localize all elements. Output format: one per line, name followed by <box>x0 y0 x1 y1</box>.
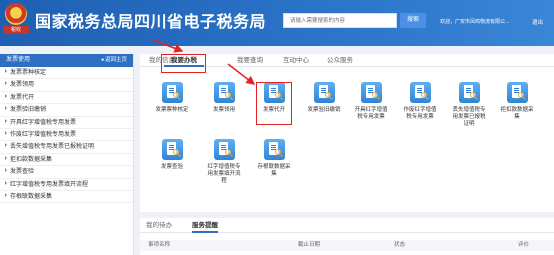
invoice-search-icon <box>360 82 382 103</box>
service-invoice-type-approval[interactable]: 发票票种核定 <box>142 82 202 114</box>
triangle-right-icon <box>5 192 7 197</box>
invoice-search-icon <box>458 82 480 103</box>
sidebar-item-lost-vat-proof[interactable]: 丢失增值税专用发票已报税证明 <box>0 141 133 154</box>
service-stub-data[interactable]: 存根联数据采集 <box>244 139 304 178</box>
service-label: 拒扣款数据采集 <box>500 107 534 120</box>
service-highlight-box <box>256 82 292 125</box>
invoice-search-icon <box>506 82 528 103</box>
triangle-right-icon <box>5 118 7 123</box>
tab-interaction[interactable]: 互动中心 <box>278 54 314 67</box>
invoice-search-icon <box>313 82 335 103</box>
sidebar-item-invoice-collect[interactable]: 发票领用 <box>0 79 133 92</box>
triangle-right-icon <box>5 69 7 73</box>
sidebar-item-invoice-verify-cancel[interactable]: 发票验旧缴销 <box>0 104 133 117</box>
tab-public-service[interactable]: 公众服务 <box>322 54 358 67</box>
sidebar-item-refused-deduction[interactable]: 拒扣款数据采集 <box>0 154 133 167</box>
sidebar-item-invoice-issue-on-behalf[interactable]: 发票代开 <box>0 92 133 105</box>
tab-highlight-box <box>161 54 206 73</box>
triangle-right-icon <box>5 81 7 86</box>
invoice-search-icon <box>161 139 183 160</box>
service-label: 发票票种核定 <box>155 107 189 113</box>
triangle-right-icon <box>5 106 7 111</box>
triangle-right-icon <box>5 93 7 98</box>
invoice-search-icon <box>213 139 235 160</box>
triangle-right-icon <box>5 130 7 135</box>
tab-query[interactable]: 我要查询 <box>232 54 268 67</box>
sidebar-item-invoice-check[interactable]: 发票查验 <box>0 166 133 179</box>
column-item-name: 事项名称 <box>148 242 171 248</box>
service-label: 存根联数据采集 <box>257 164 291 177</box>
column-deadline: 截止日期 <box>298 242 321 248</box>
main-panel: 我的信息 我要办税 我要查询 互动中心 公众服务 <box>140 54 554 212</box>
service-invoice-check[interactable]: 发票查验 <box>142 139 202 171</box>
invoice-search-icon <box>213 82 235 103</box>
invoice-search-icon <box>161 82 183 103</box>
tab-service-reminder[interactable]: 服务提醒 <box>192 218 218 233</box>
search-button[interactable]: 搜索 <box>400 13 426 28</box>
sidebar-item-stub-data[interactable]: 存根联数据采集 <box>0 191 133 204</box>
invoice-search-icon <box>409 82 431 103</box>
back-home-link[interactable]: ◂ 返回主页 <box>101 54 127 67</box>
reminder-table-header: 事项名称 截止日期 状态 评价 <box>140 240 554 251</box>
triangle-right-icon <box>5 155 7 160</box>
bottom-panel: 我的待办 服务提醒 事项名称 截止日期 状态 评价 <box>140 218 554 255</box>
sidebar-item-void-red-vat[interactable]: 作废红字增值税专用发票 <box>0 129 133 142</box>
site-title: 国家税务总局四川省电子税务局 <box>35 14 267 31</box>
sidebar-title: 发票使用 <box>6 57 31 63</box>
site-header: 税收 国家税务总局四川省电子税务局 搜索 欢迎，广安市凤鸣物流有限公... 退出 <box>0 0 554 46</box>
triangle-right-icon <box>5 143 7 148</box>
service-label: 发票查验 <box>160 164 183 170</box>
invoice-search-icon <box>263 139 285 160</box>
sidebar: 发票使用 ◂ 返回主页 发票票种核定 发票领用 发票代开 发票验旧缴销 开具红字… <box>0 54 134 255</box>
tax-emblem-icon <box>5 3 27 25</box>
search-input[interactable] <box>283 13 397 28</box>
sidebar-item-issue-red-vat[interactable]: 开具红字增值税专用发票 <box>0 117 133 129</box>
welcome-user-text: 欢迎，广安市凤鸣物流有限公... <box>440 19 510 25</box>
service-refused-deduction[interactable]: 拒扣款数据采集 <box>487 82 547 121</box>
triangle-right-icon <box>5 180 7 185</box>
sidebar-item-invoice-type-approval[interactable]: 发票票种核定 <box>0 67 133 80</box>
column-rating: 评价 <box>518 242 530 248</box>
tab-my-todo[interactable]: 我的待办 <box>146 218 172 233</box>
sidebar-header: 发票使用 ◂ 返回主页 <box>0 54 133 67</box>
triangle-right-icon <box>5 168 7 173</box>
column-status: 状态 <box>394 242 406 248</box>
sidebar-item-red-vat-flow[interactable]: 红字增值税专用发票填开流程 <box>0 179 133 191</box>
bottom-tabs: 我的待办 服务提醒 <box>140 218 554 233</box>
logout-link[interactable]: 退出 <box>532 18 543 26</box>
emblem-caption: 税收 <box>3 26 29 34</box>
